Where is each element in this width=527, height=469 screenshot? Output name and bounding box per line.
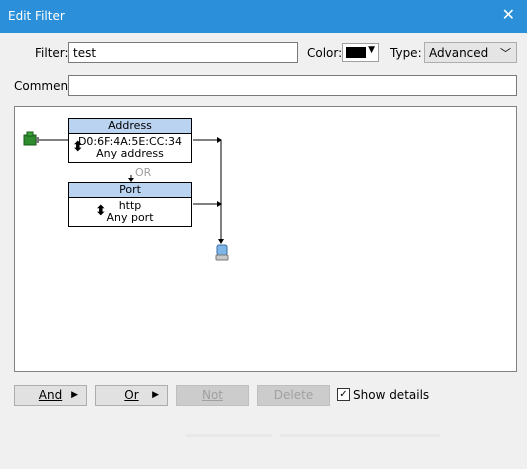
computer-icon — [215, 244, 229, 261]
or-connector-label: OR — [135, 166, 152, 179]
show-details-label: Show details — [353, 388, 430, 402]
comment-input[interactable] — [68, 75, 517, 96]
title-bar: Edit Filter ✕ — [0, 0, 527, 33]
up-down-arrows-icon: ⬍ — [72, 139, 84, 155]
type-select[interactable]: Advanced ﹀ — [424, 42, 517, 63]
delete-button-label: Delete — [273, 388, 314, 402]
type-label: Type: — [390, 46, 422, 60]
triangle-right-icon: ▶ — [152, 390, 159, 400]
filter-diagram-canvas[interactable]: Address ⬍ D0:6F:4A:5E:CC:34 Any address … — [14, 106, 517, 372]
port-range: Any port — [106, 211, 154, 224]
color-label: Color: — [307, 46, 343, 60]
up-down-arrows-icon: ⬍ — [95, 203, 107, 219]
and-button-label: And — [38, 388, 63, 402]
color-picker[interactable]: ▼ — [342, 43, 379, 62]
port-block[interactable]: Port ⬍ http Any port — [68, 182, 192, 227]
type-value: Advanced — [429, 46, 489, 60]
filter-input[interactable]: test — [68, 42, 298, 63]
or-button-label: Or — [124, 388, 139, 402]
port-block-title: Port — [69, 183, 191, 198]
footer-divider — [280, 434, 440, 437]
and-button[interactable]: And ▶ — [14, 385, 87, 406]
color-swatch — [346, 47, 366, 58]
show-details-checkbox[interactable]: ✓ — [337, 388, 350, 401]
footer-divider — [186, 434, 272, 437]
address-block-body: ⬍ D0:6F:4A:5E:CC:34 Any address — [69, 134, 191, 162]
or-button[interactable]: Or ▶ — [95, 385, 168, 406]
not-button[interactable]: Not — [176, 385, 249, 406]
close-icon[interactable]: ✕ — [502, 5, 515, 24]
not-button-label: Not — [201, 388, 224, 402]
filter-label: Filter: — [35, 46, 69, 60]
window-title: Edit Filter — [8, 9, 65, 23]
triangle-right-icon: ▶ — [71, 390, 78, 400]
address-block[interactable]: Address ⬍ D0:6F:4A:5E:CC:34 Any address — [68, 118, 192, 163]
network-adapter-icon — [23, 131, 39, 146]
chevron-down-icon: ﹀ — [500, 47, 511, 60]
address-range: Any address — [96, 147, 164, 160]
delete-button[interactable]: Delete — [257, 385, 330, 406]
address-block-title: Address — [69, 119, 191, 134]
dropdown-arrow-icon: ▼ — [368, 45, 375, 55]
port-block-body: ⬍ http Any port — [69, 198, 191, 226]
